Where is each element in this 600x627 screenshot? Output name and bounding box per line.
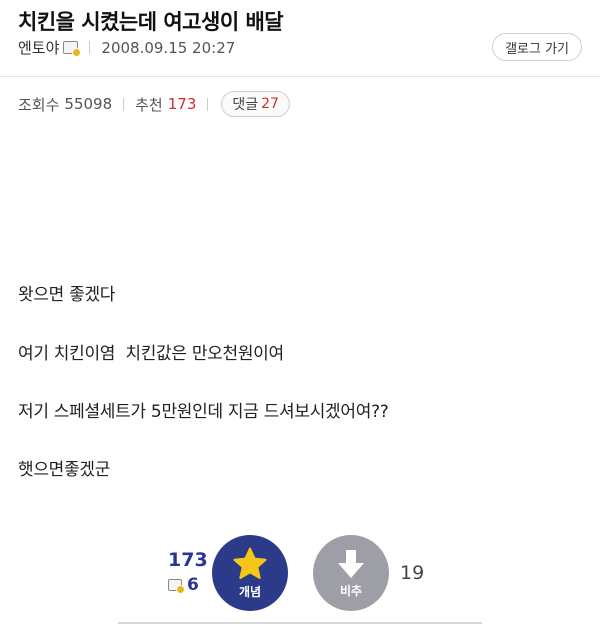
comments-label: 댓글 bbox=[232, 97, 259, 113]
body-line: 저기 스페셜세트가 5만원인데 지금 드셔보시겠어여?? bbox=[18, 402, 389, 422]
header-divider bbox=[0, 76, 600, 77]
post-title: 치킨을 시켰는데 여고생이 배달 bbox=[18, 10, 284, 34]
body-line: 햇으면좋겠군 bbox=[18, 460, 111, 480]
arrow-down-icon bbox=[338, 549, 364, 578]
downvote-count: 19 bbox=[400, 562, 425, 584]
vote-area: 173 6 개념 비추 19 bbox=[0, 530, 600, 620]
post-date: 2008.09.15 20:27 bbox=[101, 38, 236, 57]
gallog-button[interactable]: 갤로그 가기 bbox=[492, 33, 582, 61]
gallog-icon bbox=[63, 41, 82, 57]
comments-button[interactable]: 댓글 27 bbox=[221, 91, 290, 117]
fixed-upvote-count: 6 bbox=[187, 575, 199, 595]
bottom-divider bbox=[118, 622, 482, 624]
fixed-nick-icon bbox=[168, 579, 185, 594]
comments-count: 27 bbox=[261, 96, 279, 112]
views-label: 조회수 bbox=[18, 95, 60, 114]
downvote-button[interactable]: 비추 bbox=[313, 535, 389, 611]
divider bbox=[207, 97, 209, 111]
post-meta: 엔토야 2008.09.15 20:27 bbox=[18, 37, 235, 58]
upvote-label: 개념 bbox=[238, 584, 262, 599]
upvote-count: 173 bbox=[168, 549, 208, 571]
recommend-label: 추천 bbox=[135, 95, 163, 114]
divider bbox=[123, 97, 125, 111]
downvote-label: 비추 bbox=[339, 583, 363, 598]
fixed-upvote-row: 6 bbox=[168, 575, 199, 595]
upvote-button[interactable]: 개념 bbox=[212, 535, 288, 611]
body-line: 왓으면 좋겠다 bbox=[18, 285, 116, 305]
post-stats: 조회수 55098 추천 173 댓글 27 bbox=[18, 91, 290, 117]
star-icon bbox=[233, 547, 267, 579]
divider bbox=[89, 41, 91, 54]
body-line: 여기 치킨이염 치킨값은 만오천원이여 bbox=[18, 344, 284, 364]
author-name[interactable]: 엔토야 bbox=[18, 37, 59, 58]
recommend-count: 173 bbox=[167, 95, 197, 113]
views-count: 55098 bbox=[64, 95, 113, 113]
